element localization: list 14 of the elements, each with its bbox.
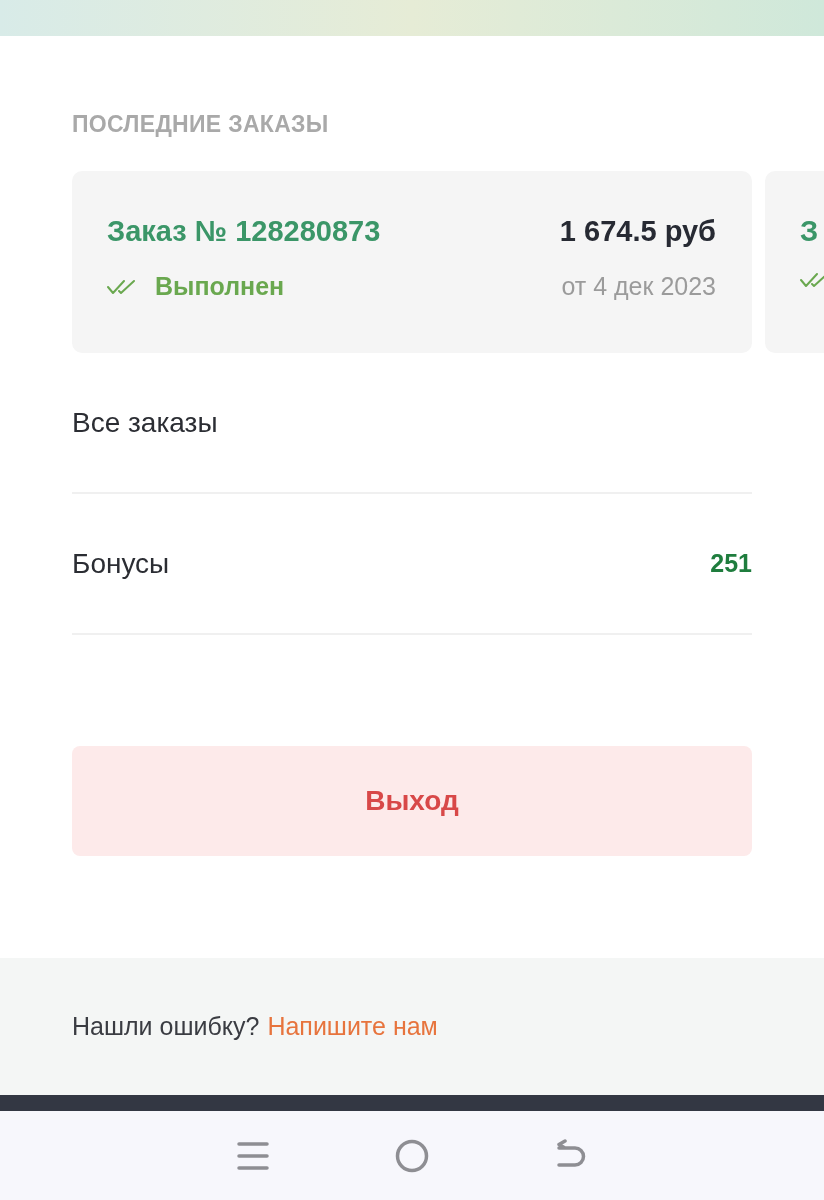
order-number: З xyxy=(800,215,819,248)
order-number: Заказ № 128280873 xyxy=(107,215,381,248)
home-circle-icon[interactable] xyxy=(395,1138,429,1173)
footer-text: Нашли ошибку? xyxy=(72,1012,260,1041)
menu-item[interactable]: Бонусы xyxy=(72,547,170,580)
order-price: 1 674.5 руб xyxy=(559,215,716,248)
order-status: Выполнен xyxy=(155,272,285,301)
bonus-count: 251 xyxy=(710,549,752,578)
menu-icon[interactable] xyxy=(237,1140,269,1171)
order-date: от 4 дек 2023 xyxy=(561,272,716,301)
menu-item[interactable]: Все заказы xyxy=(72,406,218,439)
logout-button[interactable]: Выход xyxy=(72,746,752,856)
order-card[interactable]: Заказ № 128280873 1 674.5 руб Выполнен от 4 дек 2023 xyxy=(72,171,752,353)
section-title: ПОСЛЕДНИЕ ЗАКАЗЫ xyxy=(72,110,330,138)
